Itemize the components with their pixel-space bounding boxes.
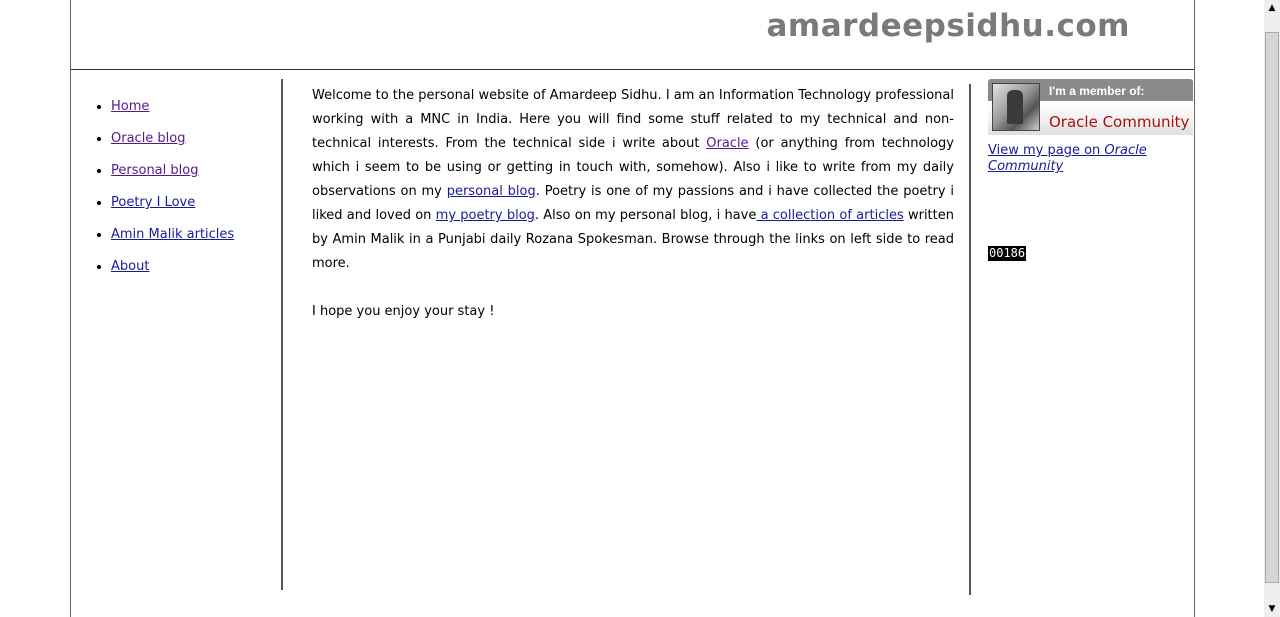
nav-item-amin-malik: Amin Malik articles	[111, 227, 281, 243]
right-sidebar: I'm a member of: Oracle Community View m…	[988, 79, 1193, 261]
right-divider	[969, 84, 971, 595]
nav-link-oracle-blog[interactable]: Oracle blog	[111, 131, 186, 146]
scrollbar-thumb[interactable]	[1265, 32, 1279, 583]
nav-link-home[interactable]: Home	[111, 99, 149, 114]
site-title: amardeepsidhu.com	[766, 8, 1130, 44]
nav-link-about[interactable]: About	[111, 259, 149, 274]
nav-item-oracle-blog: Oracle blog	[111, 131, 281, 147]
view-community-page-link[interactable]: View my page on Oracle Community	[988, 143, 1193, 175]
closing-line: I hope you enjoy your stay !	[312, 304, 495, 319]
scroll-up-icon[interactable]: ▲	[1264, 0, 1280, 16]
left-navigation: Home Oracle blog Personal blog Poetry I …	[71, 79, 283, 590]
articles-link[interactable]: a collection of articles	[756, 208, 904, 223]
nav-item-about: About	[111, 259, 281, 275]
nav-link-amin-malik[interactable]: Amin Malik articles	[111, 227, 234, 242]
badge-community-text: Oracle Community	[1049, 113, 1190, 131]
community-badge[interactable]: I'm a member of: Oracle Community	[988, 79, 1193, 135]
nav-link-personal-blog[interactable]: Personal blog	[111, 163, 198, 178]
nav-item-poetry: Poetry I Love	[111, 195, 281, 211]
visit-counter: 00186	[988, 246, 1027, 261]
scroll-down-icon[interactable]: ▼	[1264, 601, 1280, 617]
nav-item-personal-blog: Personal blog	[111, 163, 281, 179]
nav-link-poetry[interactable]: Poetry I Love	[111, 195, 195, 210]
main-content: Welcome to the personal website of Amard…	[312, 84, 954, 348]
page-frame: amardeepsidhu.com Home Oracle blog Perso…	[70, 0, 1195, 617]
nav-item-home: Home	[111, 99, 281, 115]
vertical-scrollbar[interactable]: ▲ ▼	[1264, 0, 1280, 617]
intro-text-4: . Also on my personal blog, i have	[534, 208, 757, 223]
member-photo-icon	[992, 83, 1040, 131]
badge-header-text: I'm a member of:	[1049, 84, 1145, 98]
nav-list: Home Oracle blog Personal blog Poetry I …	[71, 99, 281, 275]
poetry-blog-link[interactable]: my poetry blog	[436, 208, 535, 223]
oracle-link[interactable]: Oracle	[706, 136, 748, 151]
view-link-prefix: View my page on	[988, 143, 1105, 158]
intro-paragraph: Welcome to the personal website of Amard…	[312, 84, 954, 276]
site-header: amardeepsidhu.com	[71, 0, 1194, 70]
personal-blog-link[interactable]: personal blog	[447, 184, 536, 199]
